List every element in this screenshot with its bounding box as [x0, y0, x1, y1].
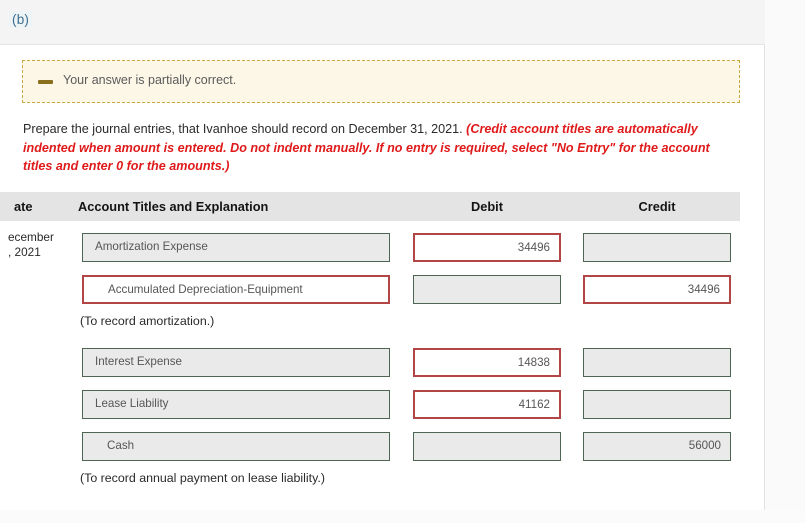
journal-entry-row: Cash 56000 [0, 432, 740, 462]
debit-amount-input[interactable]: 34496 [413, 233, 561, 262]
memo-row: (To record annual payment on lease liabi… [0, 471, 740, 493]
instruction-lead: Prepare the journal entries, that Ivanho… [23, 122, 467, 136]
journal-entry-row: Lease Liability 41162 [0, 390, 740, 420]
column-header-debit: Debit [471, 199, 503, 214]
exercise-content-panel: (b) Your answer is partially correct. Pr… [0, 0, 765, 510]
memo-text: (To record amortization.) [80, 314, 215, 328]
column-header-date: ate [14, 199, 33, 214]
part-header-bar: (b) [0, 0, 765, 45]
column-header-credit: Credit [638, 199, 676, 214]
journal-entry-row: Interest Expense 14838 [0, 348, 740, 378]
debit-amount-input[interactable] [413, 432, 561, 461]
alert-message: Your answer is partially correct. [63, 73, 237, 87]
column-header-account: Account Titles and Explanation [78, 199, 269, 214]
table-body: ecember, 2021 Amortization Expense 34496 Ac… [0, 230, 740, 523]
entry-date-cell: ecember, 2021 [0, 230, 74, 260]
account-title-select[interactable]: Cash [82, 432, 390, 461]
debit-amount-input[interactable]: 41162 [413, 390, 561, 419]
credit-amount-input[interactable] [583, 390, 731, 419]
part-label-b: (b) [9, 11, 33, 28]
account-title-select[interactable]: Lease Liability [82, 390, 390, 419]
journal-entry-table: ate Account Titles and Explanation Debit… [0, 192, 740, 523]
account-title-select[interactable]: Interest Expense [82, 348, 390, 377]
credit-amount-input[interactable]: 34496 [583, 275, 731, 304]
debit-amount-input[interactable] [413, 275, 561, 304]
memo-row: (To record amortization.) [0, 314, 740, 336]
credit-amount-input[interactable] [583, 348, 731, 377]
entry-date-line-1: ecember [8, 230, 54, 244]
instruction-text: Prepare the journal entries, that Ivanho… [23, 120, 723, 176]
entry-date-line-2: , 2021 [8, 245, 41, 259]
account-title-select[interactable]: Accumulated Depreciation-Equipment [82, 275, 390, 304]
memo-text: (To record annual payment on lease liabi… [80, 471, 325, 485]
page-right-gutter [766, 0, 805, 510]
journal-entry-row: ecember, 2021 Amortization Expense 34496 [0, 230, 740, 263]
minus-icon [38, 80, 53, 84]
partially-correct-alert: Your answer is partially correct. [22, 60, 740, 103]
debit-amount-input[interactable]: 14838 [413, 348, 561, 377]
credit-amount-input[interactable]: 56000 [583, 432, 731, 461]
account-title-select[interactable]: Amortization Expense [82, 233, 390, 262]
journal-entry-row: Accumulated Depreciation-Equipment 34496 [0, 275, 740, 305]
table-header-row: ate Account Titles and Explanation Debit… [0, 192, 740, 221]
credit-amount-input[interactable] [583, 233, 731, 262]
